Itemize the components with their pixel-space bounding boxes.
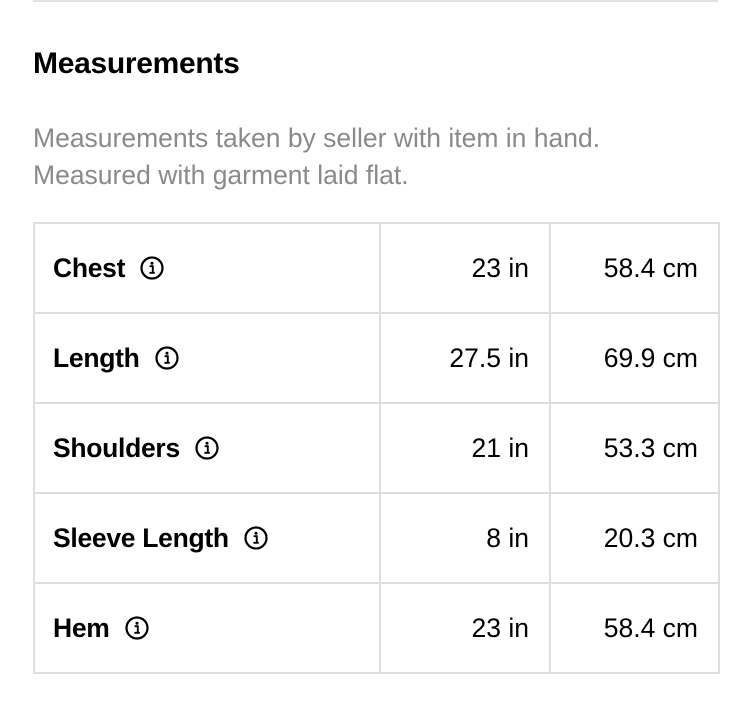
measurement-label: Sleeve Length	[53, 522, 229, 553]
measurement-label: Chest	[53, 252, 126, 283]
table-row-shoulders: Shoulders 21 in 53.3 cm	[33, 402, 720, 494]
table-row-hem: Hem 23 in 58.4 cm	[33, 582, 720, 674]
description-line-1: Measurements taken by seller with item i…	[33, 123, 601, 153]
info-icon[interactable]	[194, 435, 220, 461]
measurement-cm: 20.3 cm	[549, 492, 720, 584]
measurement-label-cell: Sleeve Length	[33, 492, 381, 584]
measurement-label: Length	[53, 342, 140, 373]
table-row-length: Length 27.5 in 69.9 cm	[33, 312, 720, 404]
section-title: Measurements	[33, 47, 240, 80]
info-icon[interactable]	[243, 525, 269, 551]
measurement-label: Hem	[53, 612, 110, 643]
measurement-inches: 21 in	[379, 402, 551, 494]
measurement-label-cell: Hem	[33, 582, 381, 674]
info-icon[interactable]	[154, 345, 180, 371]
measurement-label-cell: Shoulders	[33, 402, 381, 494]
measurement-cm: 58.4 cm	[549, 222, 720, 314]
measurements-table: Chest 23 in 58.4 cm Length 27.5 in 69.9 …	[33, 222, 720, 674]
measurement-label: Shoulders	[53, 432, 180, 463]
table-row-chest: Chest 23 in 58.4 cm	[33, 222, 720, 314]
measurement-cm: 69.9 cm	[549, 312, 720, 404]
measurement-label-cell: Chest	[33, 222, 381, 314]
description-line-2: Measured with garment laid flat.	[33, 160, 409, 190]
top-divider	[33, 0, 718, 2]
info-icon[interactable]	[124, 615, 150, 641]
table-row-sleeve-length: Sleeve Length 8 in 20.3 cm	[33, 492, 720, 584]
measurement-inches: 27.5 in	[379, 312, 551, 404]
measurement-inches: 23 in	[379, 582, 551, 674]
measurement-inches: 8 in	[379, 492, 551, 584]
measurements-description: Measurements taken by seller with item i…	[33, 120, 723, 194]
measurement-cm: 53.3 cm	[549, 402, 720, 494]
measurement-inches: 23 in	[379, 222, 551, 314]
measurement-cm: 58.4 cm	[549, 582, 720, 674]
info-icon[interactable]	[139, 255, 165, 281]
measurement-label-cell: Length	[33, 312, 381, 404]
